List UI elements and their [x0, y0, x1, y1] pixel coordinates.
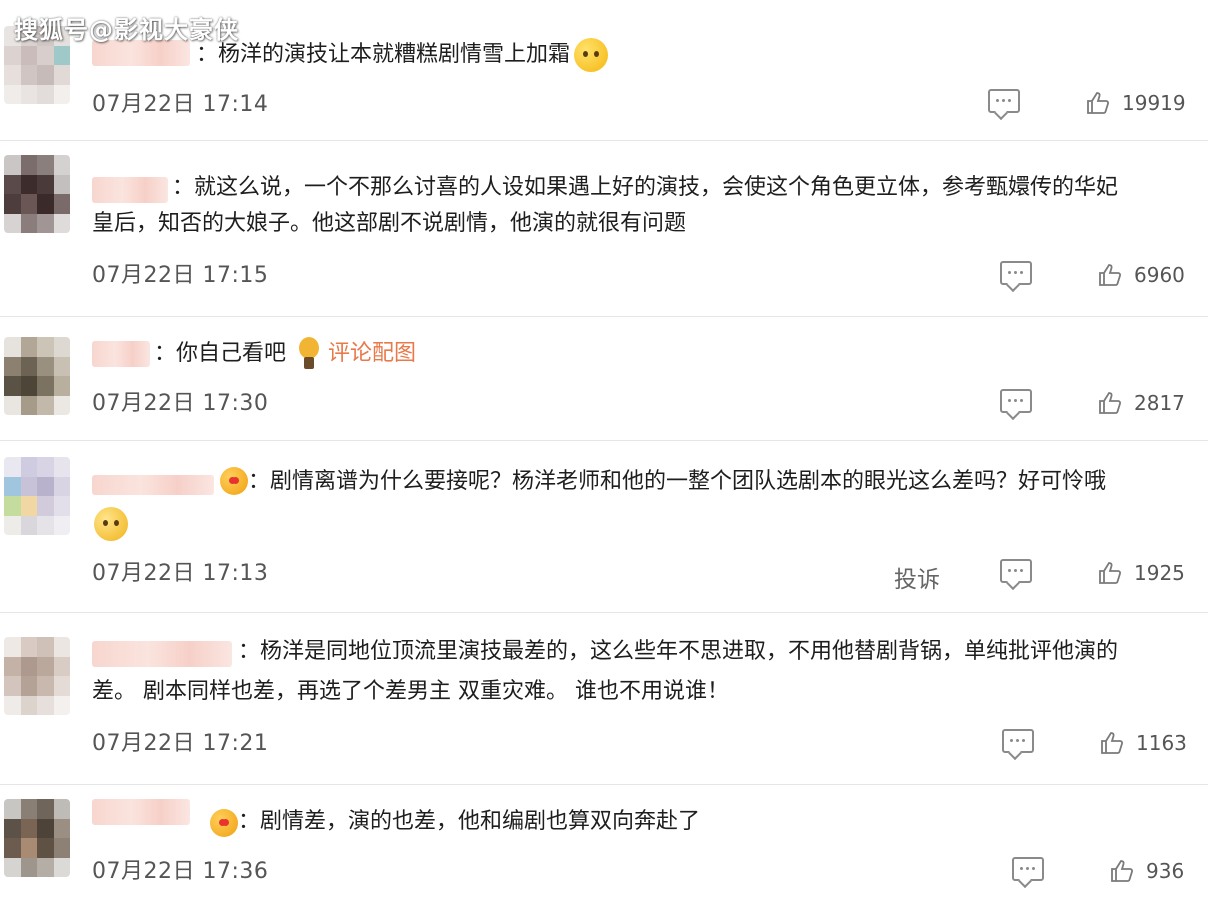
comment-text-line2: 差。 剧本同样也差，再选了个差男主 双重灾难。 谁也不用说谁！	[92, 679, 729, 704]
like-button[interactable]: 1163	[1100, 729, 1187, 757]
username-blurred[interactable]	[92, 799, 190, 825]
crying-heart-emoji	[220, 467, 248, 495]
comment-time: 07月22日 17:36	[92, 859, 269, 884]
smirk-face-emoji	[574, 38, 609, 72]
reply-icon[interactable]	[1000, 261, 1032, 285]
like-count: 6960	[1134, 263, 1185, 287]
thumbs-up-icon	[1100, 731, 1124, 755]
like-button[interactable]: 19919	[1086, 89, 1186, 117]
reply-icon[interactable]	[1000, 389, 1032, 413]
username-blurred[interactable]	[92, 475, 214, 495]
thumbs-up-icon	[1098, 561, 1122, 585]
pleading-face-emoji	[94, 507, 128, 541]
like-count: 936	[1146, 859, 1185, 883]
avatar[interactable]	[4, 337, 70, 415]
comment-time: 07月22日 17:14	[92, 92, 269, 117]
avatar[interactable]	[4, 155, 70, 233]
like-count: 1163	[1136, 731, 1187, 755]
comment-text: ：剧情差，演的也差，他和编剧也算双向奔赴了	[238, 809, 701, 834]
thumbs-up-icon	[1086, 91, 1110, 115]
avatar[interactable]	[4, 799, 70, 877]
comment-image-link[interactable]: 评论配图	[328, 341, 416, 366]
comment-time: 07月22日 17:13	[92, 561, 269, 586]
like-button[interactable]: 1925	[1098, 559, 1185, 587]
avatar[interactable]	[4, 457, 70, 535]
comment-item: ：你自己看吧 评论配图 07月22日 17:30 2817	[0, 316, 1208, 441]
comment-text-line2: 皇后，知否的大娘子。他这部剧不说剧情，他演的就很有问题	[92, 211, 687, 236]
like-count: 19919	[1122, 91, 1186, 115]
like-button[interactable]: 6960	[1098, 261, 1185, 289]
comment-text: ：你自己看吧 评论配图	[154, 337, 416, 371]
report-button[interactable]: 投诉	[894, 560, 940, 594]
crying-heart-emoji	[210, 809, 238, 837]
username-blurred[interactable]	[92, 641, 232, 667]
like-button[interactable]: 2817	[1098, 389, 1185, 417]
comment-item: ：剧情离谱为什么要接呢？杨洋老师和他的一整个团队选剧本的眼光这么差吗？好可怜哦 …	[0, 440, 1208, 613]
reply-icon[interactable]	[1002, 729, 1034, 753]
comment-time: 07月22日 17:21	[92, 731, 269, 756]
comment-item: ：剧情差，演的也差，他和编剧也算双向奔赴了 07月22日 17:36 936	[0, 784, 1208, 899]
like-count: 1925	[1134, 561, 1185, 585]
username-blurred[interactable]	[92, 177, 168, 203]
comment-time: 07月22日 17:30	[92, 391, 269, 416]
like-count: 2817	[1134, 391, 1185, 415]
comment-item: ：杨洋是同地位顶流里演技最差的，这么些年不思进取，不用他替剧背锅，单纯批评他演的…	[0, 612, 1208, 785]
lightbulb-emoji	[296, 337, 322, 371]
thumbs-up-icon	[1110, 859, 1134, 883]
avatar[interactable]	[4, 637, 70, 715]
reply-icon[interactable]	[1000, 559, 1032, 583]
reply-icon[interactable]	[988, 89, 1020, 113]
username-blurred[interactable]	[92, 341, 150, 367]
comment-text: ：杨洋是同地位顶流里演技最差的，这么些年不思进取，不用他替剧背锅，单纯批评他演的	[238, 639, 1119, 664]
comment-text: ：杨洋的演技让本就糟糕剧情雪上加霜	[196, 38, 609, 72]
comment-text: ：剧情离谱为什么要接呢？杨洋老师和他的一整个团队选剧本的眼光这么差吗？好可怜哦	[248, 469, 1107, 494]
comment-item: ：就这么说，一个不那么讨喜的人设如果遇上好的演技，会使这个角色更立体，参考甄嬛传…	[0, 140, 1208, 317]
thumbs-up-icon	[1098, 391, 1122, 415]
comment-text: ：就这么说，一个不那么讨喜的人设如果遇上好的演技，会使这个角色更立体，参考甄嬛传…	[172, 175, 1119, 200]
reply-icon[interactable]	[1012, 857, 1044, 881]
thumbs-up-icon	[1098, 263, 1122, 287]
comment-time: 07月22日 17:15	[92, 263, 269, 288]
like-button[interactable]: 936	[1110, 857, 1184, 885]
watermark: 搜狐号@影视大豪侠	[14, 16, 239, 44]
